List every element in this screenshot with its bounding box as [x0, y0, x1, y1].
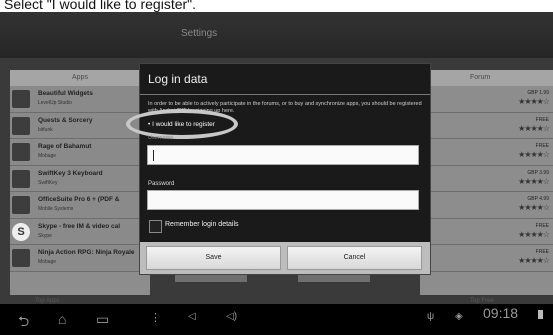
usb-icon: ψ: [427, 311, 435, 322]
rating-stars: ★★★★☆: [518, 229, 550, 239]
wifi-icon: ◈: [455, 311, 463, 322]
list-item[interactable]: FREE ★★★★☆: [420, 113, 553, 139]
list-item[interactable]: GBP 1.99 ★★★★☆: [420, 86, 553, 113]
app-developer: Skype: [38, 232, 52, 239]
rating-stars: ★★★★☆: [518, 203, 550, 212]
app-icon: [12, 249, 30, 267]
login-dialog: Log in data In order to be able to activ…: [126, 63, 431, 275]
tablet-screen: Settings Apps Beautiful Widgets LevelUp S…: [0, 12, 553, 335]
app-icon: [12, 143, 30, 161]
text-cursor: [153, 150, 154, 161]
cancel-button[interactable]: Cancel: [287, 246, 422, 270]
app-developer: Mobage: [38, 153, 57, 159]
app-price: GBP 4.99: [527, 196, 549, 202]
list-item[interactable]: GBP 3.99 ★★★★☆: [420, 166, 553, 192]
system-navigation-bar: ⮌ ⌂ ▭ ⋮ ◁ ◁) ψ ◈: [0, 304, 553, 335]
app-developer: bitfunk: [38, 126, 53, 133]
app-price: GBP 1.99: [527, 90, 549, 96]
menu-icon[interactable]: ⋮: [150, 311, 161, 324]
remember-checkbox[interactable]: [149, 220, 162, 233]
skype-icon: S: [12, 222, 30, 241]
password-field[interactable]: [147, 190, 419, 210]
app-developer: Mobile Systems: [38, 206, 74, 212]
rating-stars: ★★★★☆: [518, 97, 550, 106]
app-icon: [12, 90, 30, 108]
apps-panel: Apps Beautiful Widgets LevelUp Studio Que…: [10, 70, 150, 295]
list-item[interactable]: GBP 4.99 ★★★★☆: [420, 192, 553, 219]
remember-label: Remember login details: [165, 221, 239, 228]
app-name: Ninja Action RPG: Ninja Royale: [38, 249, 135, 256]
app-price: FREE: [535, 222, 549, 229]
home-icon[interactable]: ⌂: [58, 311, 66, 327]
rating-stars: ★★★★☆: [518, 256, 550, 265]
app-price: FREE: [535, 249, 549, 255]
app-name: OfficeSuite Pro 6 + (PDF &: [38, 196, 120, 203]
volume-down-icon[interactable]: ◁: [188, 311, 196, 322]
app-name: Quests & Sorcery: [38, 116, 93, 124]
forum-header: Forum: [420, 70, 553, 86]
settings-title: Settings: [181, 28, 218, 39]
app-name: Rage of Bahamut: [38, 143, 92, 150]
dialog-title: Log in data: [148, 72, 208, 86]
username-field[interactable]: [147, 145, 419, 165]
app-name: Skype - free IM & video cal: [38, 222, 121, 230]
list-item[interactable]: FREE ★★★★☆: [420, 139, 553, 166]
app-row[interactable]: S Skype - free IM & video cal Skype: [10, 218, 150, 245]
app-icon: [12, 116, 30, 135]
back-icon[interactable]: ⮌: [18, 311, 29, 335]
username-label: Username: [148, 135, 174, 141]
app-icon: [12, 196, 30, 214]
rating-stars: ★★★★☆: [518, 150, 550, 159]
app-price: FREE: [535, 116, 549, 123]
save-button[interactable]: Save: [146, 246, 281, 270]
app-price: GBP 3.99: [527, 169, 549, 176]
recent-apps-icon[interactable]: ▭: [96, 311, 109, 328]
password-label: Password: [148, 181, 175, 187]
app-row[interactable]: Beautiful Widgets LevelUp Studio: [10, 86, 150, 113]
volume-up-icon[interactable]: ◁): [226, 311, 237, 322]
battery-icon: [538, 310, 543, 319]
settings-action-bar: Settings: [0, 12, 553, 58]
status-clock: 09:18: [483, 305, 519, 321]
caption-text: Select "I would like to register".: [4, 0, 197, 12]
app-row[interactable]: Rage of Bahamut Mobage: [10, 139, 150, 166]
app-name: SwiftKey 3 Keyboard: [38, 169, 103, 177]
app-name: Beautiful Widgets: [38, 90, 93, 97]
apps-header: Apps: [10, 70, 150, 86]
highlight-ellipse: [126, 109, 238, 139]
rating-stars: ★★★★☆: [518, 123, 550, 133]
app-developer: Mobage: [38, 259, 57, 265]
dialog-button-bar: Save Cancel: [140, 242, 430, 274]
app-row[interactable]: Ninja Action RPG: Ninja Royale Mobage: [10, 245, 150, 272]
forum-panel: Forum GBP 1.99 ★★★★☆ FREE ★★★★☆ FREE ★★★★☆ …: [420, 70, 553, 295]
list-item[interactable]: FREE ★★★★☆: [420, 245, 553, 272]
app-price: FREE: [535, 143, 549, 149]
rating-stars: ★★★★☆: [518, 176, 550, 186]
app-row[interactable]: SwiftKey 3 Keyboard SwiftKey: [10, 165, 150, 192]
list-item[interactable]: FREE ★★★★☆: [420, 219, 553, 245]
app-developer: LevelUp Studio: [38, 100, 72, 106]
title-divider: [140, 94, 430, 95]
app-row[interactable]: OfficeSuite Pro 6 + (PDF & Mobile Systems: [10, 192, 150, 219]
app-developer: SwiftKey: [38, 179, 58, 186]
instruction-caption: Select "I would like to register".: [0, 0, 553, 12]
app-icon: [12, 169, 30, 188]
